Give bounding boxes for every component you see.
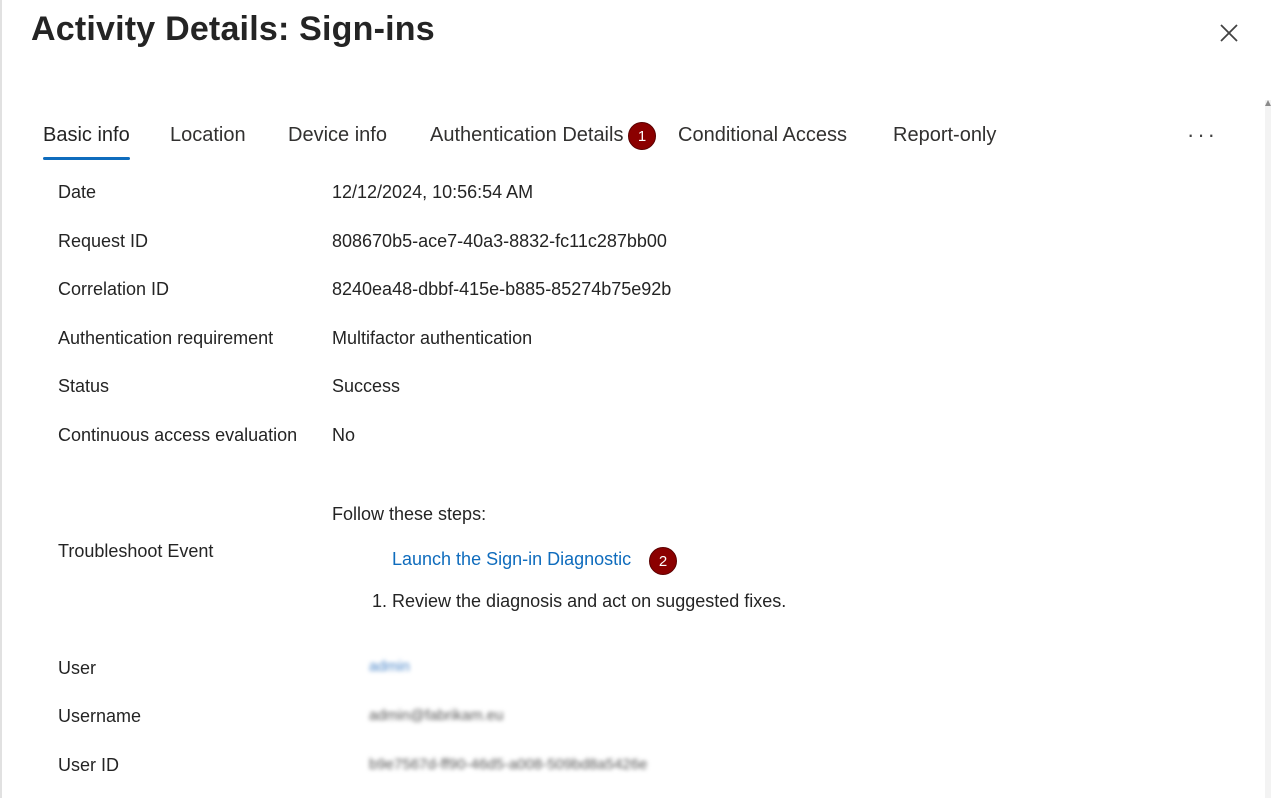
username-label: Username xyxy=(58,706,142,726)
more-tabs-button[interactable]: ··· xyxy=(1187,122,1218,148)
sign-in-diagnostic-link[interactable]: Launch the Sign-in Diagnostic xyxy=(392,549,631,570)
callout-badge-1: 1 xyxy=(628,122,656,150)
tab-authentication-details[interactable]: Authentication Details xyxy=(430,118,623,160)
troubleshoot-label: Troubleshoot Event xyxy=(58,541,214,561)
troubleshoot-intro: Follow these steps: xyxy=(332,504,487,524)
user-id-label: User ID xyxy=(58,755,120,775)
status-label: Status xyxy=(58,376,110,396)
date-label: Date xyxy=(58,182,97,202)
tab-device-info[interactable]: Device info xyxy=(288,118,387,160)
username-value: admin@fabrikam.eu xyxy=(369,707,504,724)
correlation-id-value: 8240ea48-dbbf-415e-b885-85274b75e92b xyxy=(332,279,672,299)
status-value: Success xyxy=(332,376,401,396)
auth-requirement-value: Multifactor authentication xyxy=(332,328,533,348)
request-id-value: 808670b5-ace7-40a3-8832-fc11c287bb00 xyxy=(332,231,667,251)
user-id-value: b9e7567d-ff90-46d5-a008-509bd8a5426e xyxy=(369,756,648,773)
cae-value: No xyxy=(332,425,356,445)
tab-basic-info[interactable]: Basic info xyxy=(43,118,130,160)
tab-location[interactable]: Location xyxy=(170,118,246,160)
user-value[interactable]: admin xyxy=(369,658,410,675)
cae-label: Continuous access evaluation xyxy=(58,425,298,445)
callout-badge-2: 2 xyxy=(649,547,677,575)
auth-requirement-label: Authentication requirement xyxy=(58,328,274,348)
correlation-id-label: Correlation ID xyxy=(58,279,170,299)
tab-report-only[interactable]: Report-only xyxy=(893,118,996,160)
tab-conditional-access[interactable]: Conditional Access xyxy=(678,118,847,160)
close-button[interactable] xyxy=(1214,18,1244,48)
scrollbar[interactable] xyxy=(1265,100,1271,798)
user-label: User xyxy=(58,658,97,678)
close-icon xyxy=(1220,24,1238,42)
page-title: Activity Details: Sign-ins xyxy=(31,10,435,48)
troubleshoot-step-1: 1. Review the diagnosis and act on sugge… xyxy=(372,591,787,611)
request-id-label: Request ID xyxy=(58,231,149,251)
date-value: 12/12/2024, 10:56:54 AM xyxy=(332,182,534,202)
